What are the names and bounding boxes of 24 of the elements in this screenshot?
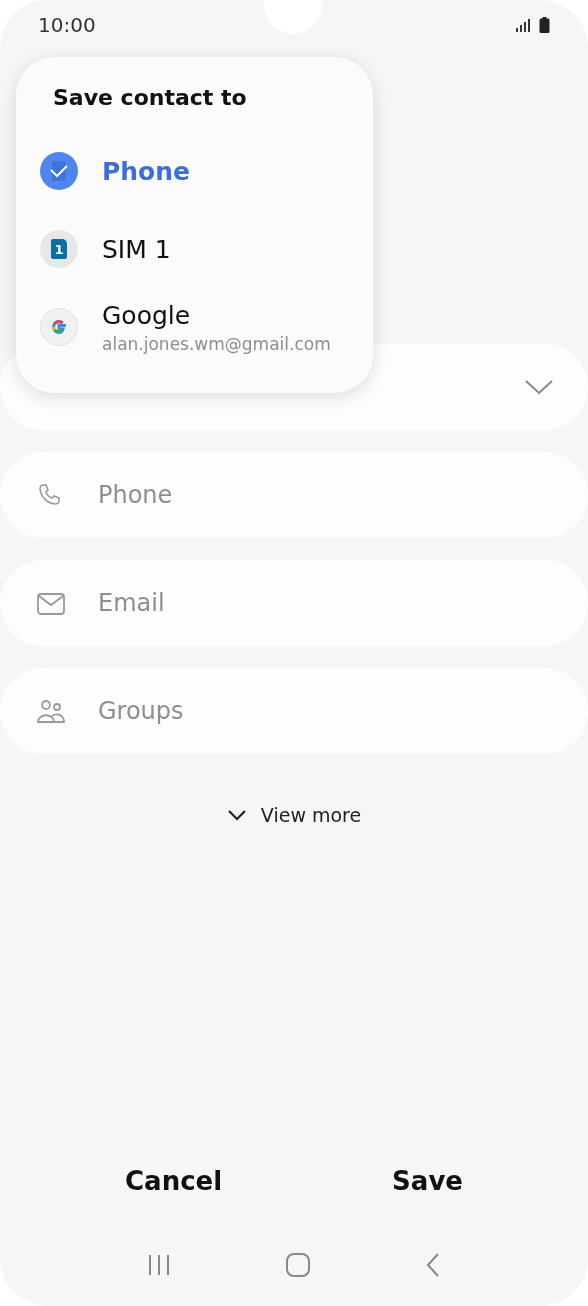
menu-item[interactable]: Phone	[40, 132, 373, 210]
sim-card-icon: 1	[40, 230, 78, 268]
menu-item[interactable]: 1 SIM 1	[40, 210, 373, 288]
menu-item[interactable]: Google alan.jones.wm@gmail.com	[40, 288, 373, 366]
recent-apps-icon	[147, 1253, 171, 1277]
status-time: 10:00	[38, 13, 96, 37]
field-placeholder: Phone	[98, 481, 173, 509]
battery-icon	[539, 17, 550, 33]
popup-title: Save contact to	[53, 85, 248, 110]
check-circle-icon	[40, 152, 78, 190]
home-icon	[285, 1252, 311, 1278]
chevron-down-icon	[226, 809, 247, 821]
view-more-link[interactable]: View more	[226, 804, 362, 826]
chevron-down-icon	[524, 378, 554, 396]
back-icon	[425, 1252, 441, 1278]
mail-icon	[36, 590, 66, 616]
people-icon	[36, 698, 66, 724]
save-button[interactable]: Save	[372, 1156, 483, 1206]
google-g-icon	[40, 308, 78, 346]
account-email: alan.jones.wm@gmail.com	[102, 333, 331, 354]
cancel-button[interactable]: Cancel	[105, 1156, 243, 1206]
field-placeholder: Email	[98, 589, 165, 617]
field-placeholder: Groups	[98, 697, 184, 725]
signal-icon	[515, 18, 531, 32]
